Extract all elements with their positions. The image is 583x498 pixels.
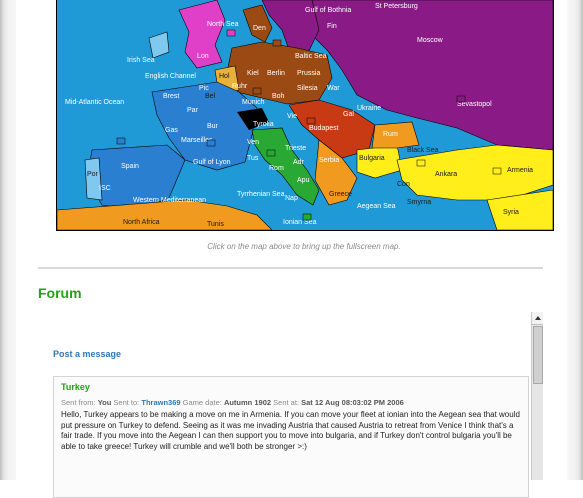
label-adr: Adr: [293, 159, 305, 166]
label-boh: Boh: [272, 93, 285, 100]
label-tyrolia: Tyrolia: [253, 121, 274, 128]
sent-from-value: You: [97, 398, 112, 407]
label-armenia: Armenia: [507, 167, 533, 174]
forum-scrollbar[interactable]: [531, 312, 543, 480]
label-bulgaria: Bulgaria: [359, 155, 385, 162]
diplomacy-map[interactable]: St Petersburg Gulf of Bothnia North Sea …: [56, 0, 554, 231]
region-portugal: [84, 157, 103, 201]
label-war: War: [327, 85, 340, 92]
map-svg[interactable]: St Petersburg Gulf of Bothnia North Sea …: [57, 0, 553, 230]
label-aegean: Aegean Sea: [357, 203, 396, 210]
label-gulf-of-bothnia: Gulf of Bothnia: [305, 7, 351, 14]
message-country: Turkey: [61, 382, 90, 392]
label-ukraine: Ukraine: [357, 105, 381, 112]
label-gulf-of-lyon: Gulf of Lyon: [193, 159, 231, 166]
label-budapest: Budapest: [309, 125, 339, 132]
label-ruhr: Ruhr: [232, 83, 248, 90]
label-tus: Tus: [247, 155, 259, 162]
label-hol: Hol: [219, 73, 230, 80]
label-st-petersburg: St Petersburg: [375, 3, 418, 10]
label-syria: Syria: [503, 209, 519, 216]
label-par: Par: [187, 107, 199, 114]
label-ankara: Ankara: [435, 171, 457, 178]
sent-from-label: Sent from:: [61, 398, 96, 407]
game-date-label: Game date:: [182, 398, 222, 407]
label-por: Por: [87, 171, 99, 178]
label-silesia: Silesia: [297, 85, 318, 92]
label-black-sea: Black Sea: [407, 147, 439, 154]
label-english-channel: English Channel: [145, 73, 196, 80]
label-tyrrhenian: Tyrrhenian Sea: [237, 191, 285, 198]
label-con: Con: [397, 181, 410, 188]
sent-at-label: Sent at:: [273, 398, 299, 407]
label-vie: Vie: [287, 113, 297, 120]
label-kiel: Kiel: [247, 70, 259, 77]
label-rumania: Rum: [383, 131, 398, 138]
label-tunis: Tunis: [207, 221, 224, 228]
label-moscow: Moscow: [417, 37, 444, 44]
message-body: Hello, Turkey appears to be making a mov…: [61, 410, 520, 451]
label-gal: Gal: [343, 111, 354, 118]
label-isc: ISC: [99, 185, 111, 192]
label-ven: Ven: [247, 139, 259, 146]
label-irish-sea: Irish Sea: [127, 57, 155, 64]
label-serbia: Serbia: [319, 157, 339, 164]
label-apu: Apu: [297, 177, 310, 184]
label-greece: Greece: [329, 191, 352, 198]
game-date-value: Autumn 1902: [223, 398, 272, 407]
post-message-link[interactable]: Post a message: [53, 349, 121, 359]
forum-heading: Forum: [38, 285, 82, 301]
scroll-up-arrow-icon[interactable]: [532, 312, 543, 325]
page-right-margin: [567, 0, 583, 480]
label-fin: Fin: [327, 23, 337, 30]
label-bel: Bel: [205, 93, 216, 100]
sent-to-label: Sent to:: [113, 398, 140, 407]
forum-panel: Post a message Turkey Sent from: You Sen…: [38, 312, 543, 498]
label-prussia: Prussia: [297, 70, 320, 77]
label-gas: Gas: [165, 127, 178, 134]
label-trieste: Trieste: [285, 145, 306, 152]
label-ionian: Ionian Sea: [283, 219, 317, 226]
label-bur: Bur: [207, 123, 219, 130]
map-caption: Click on the map above to bring up the f…: [207, 242, 401, 251]
label-north-africa: North Africa: [123, 219, 160, 226]
label-mid-atlantic: Mid-Atlantic Ocean: [65, 99, 124, 106]
label-berlin: Berlin: [267, 70, 285, 77]
sent-to-link[interactable]: Thrawn369: [141, 398, 180, 407]
scroll-thumb[interactable]: [533, 326, 543, 384]
label-den: Den: [253, 25, 266, 32]
page-content: St Petersburg Gulf of Bothnia North Sea …: [16, 0, 567, 498]
label-nap: Nap: [285, 195, 298, 202]
label-pic: Pic: [199, 85, 209, 92]
label-brest: Brest: [163, 93, 179, 100]
label-smyrna: Smyrna: [407, 199, 431, 206]
label-rom: Rom: [269, 165, 284, 172]
label-baltic-sea: Baltic Sea: [295, 53, 327, 60]
label-north-sea: North Sea: [207, 21, 239, 28]
label-lon: Lon: [197, 53, 209, 60]
page-left-margin: [0, 0, 16, 480]
label-spain: Spain: [121, 163, 139, 170]
label-munich: Munich: [242, 99, 265, 106]
label-western-med: Western Mediterranean: [133, 197, 206, 204]
message-meta: Sent from: You Sent to: Thrawn369 Game d…: [61, 398, 404, 407]
section-divider: [38, 267, 543, 269]
sent-at-value: Sat 12 Aug 08:03:02 PM 2006: [301, 398, 404, 407]
